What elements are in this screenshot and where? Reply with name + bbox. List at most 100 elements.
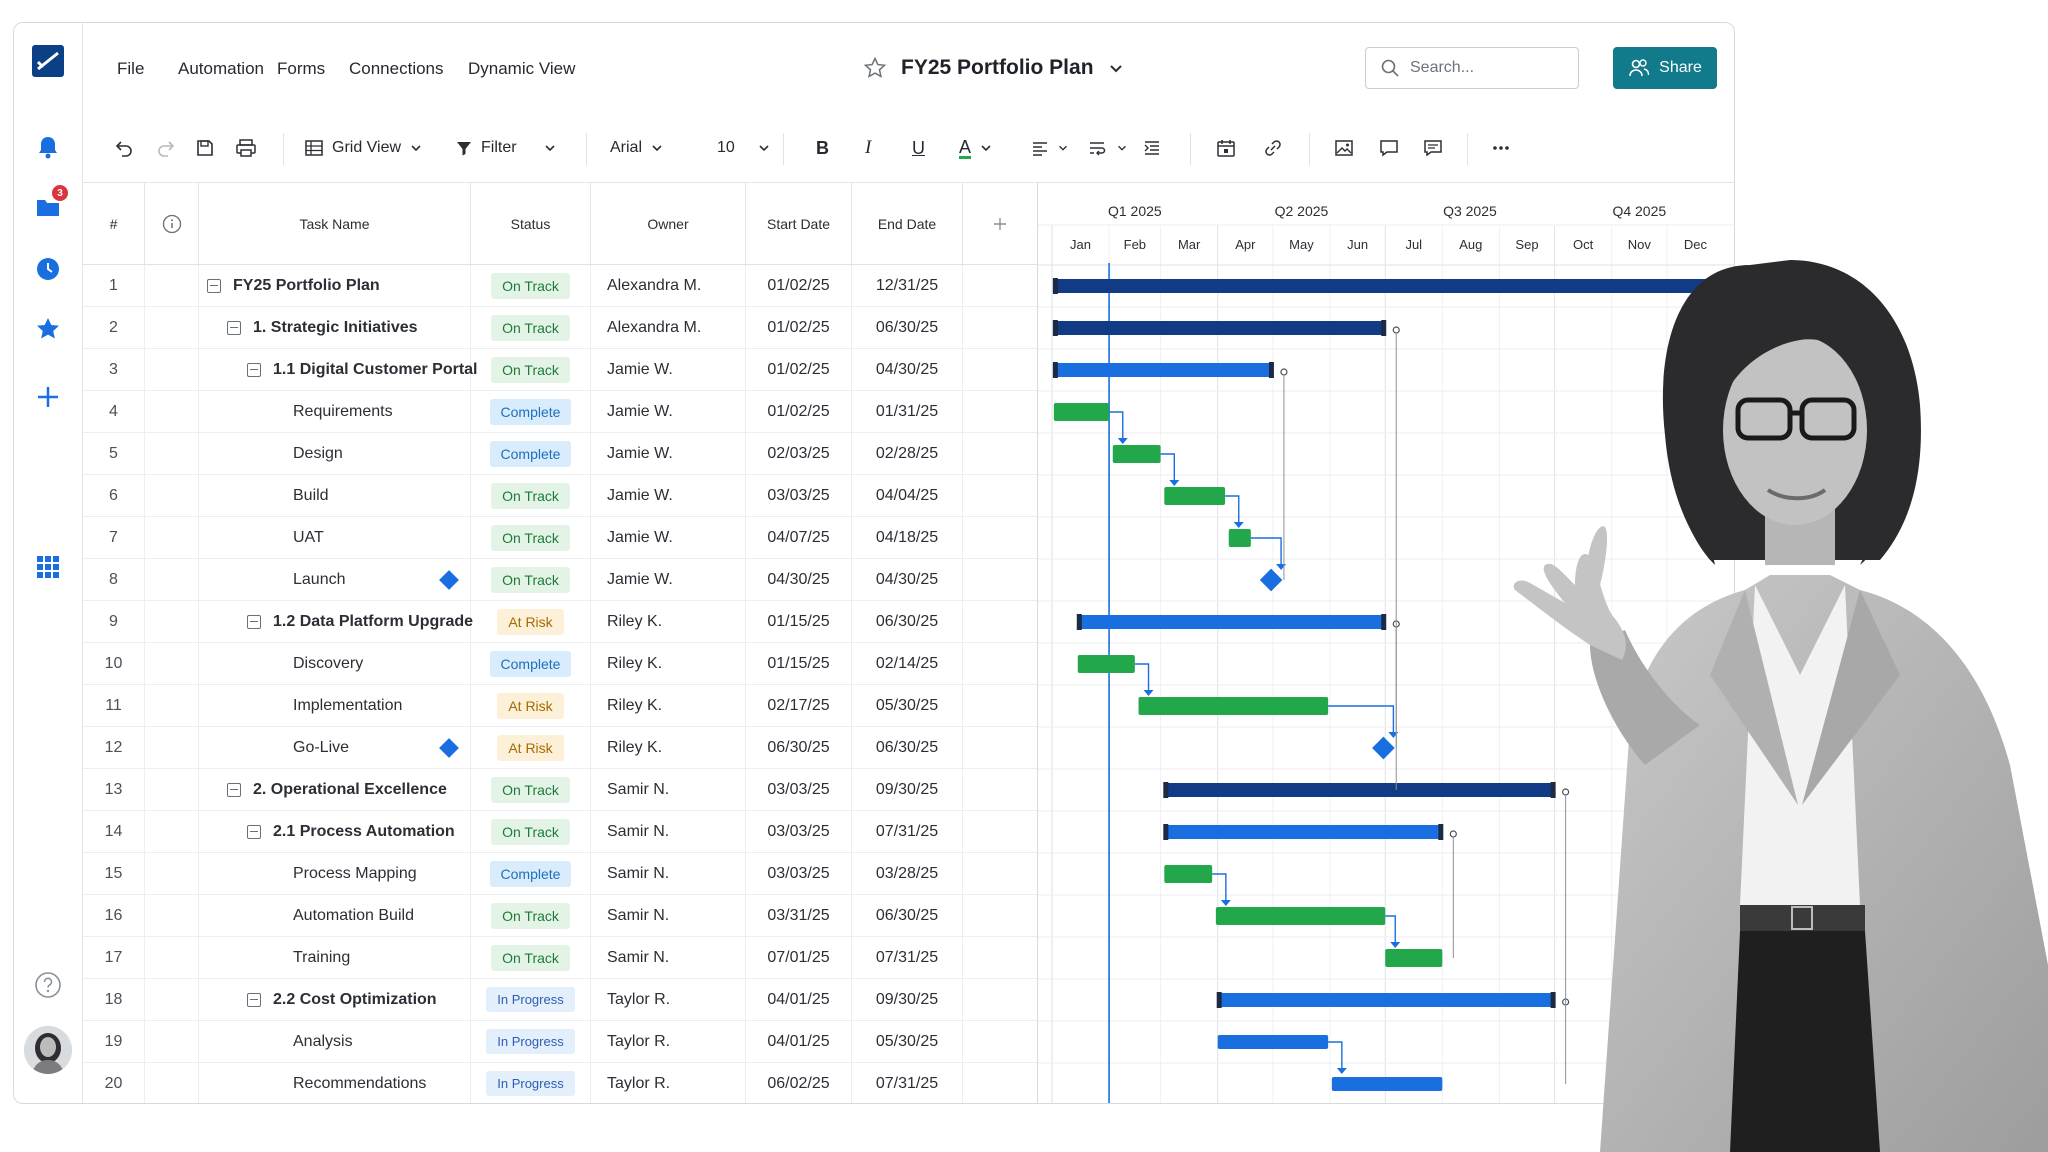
save-button[interactable] (195, 133, 215, 163)
table-row[interactable]: 1 FY25 Portfolio Plan On Track Alexandra M.… (83, 265, 1037, 307)
empty-cell[interactable] (963, 307, 1037, 348)
start-date-cell[interactable]: 07/01/25 (746, 937, 852, 978)
owner-cell[interactable]: Jamie W. (591, 433, 746, 474)
status-cell[interactable]: Complete (471, 433, 591, 474)
status-cell[interactable]: Complete (471, 853, 591, 894)
end-date-cell[interactable]: 04/30/25 (852, 349, 963, 390)
task-name-cell[interactable]: Automation Build (199, 895, 471, 936)
table-row[interactable]: 16 Automation Build On Track Samir N. 03/31/… (83, 895, 1037, 937)
empty-cell[interactable] (963, 1063, 1037, 1103)
row-number[interactable]: 2 (83, 307, 145, 348)
empty-cell[interactable] (963, 265, 1037, 306)
row-number[interactable]: 11 (83, 685, 145, 726)
row-number[interactable]: 4 (83, 391, 145, 432)
link-button[interactable] (1263, 133, 1283, 163)
start-date-cell[interactable]: 06/30/25 (746, 727, 852, 768)
row-info-cell[interactable] (145, 937, 199, 978)
row-info-cell[interactable] (145, 811, 199, 852)
row-number[interactable]: 20 (83, 1063, 145, 1103)
text-color-button[interactable]: A (959, 133, 993, 163)
table-row[interactable]: 2 1. Strategic Initiatives On Track Alexand… (83, 307, 1037, 349)
user-avatar[interactable] (24, 1026, 72, 1074)
task-name-cell[interactable]: Training (199, 937, 471, 978)
table-row[interactable]: 11 Implementation At Risk Riley K. 02/17/25 0… (83, 685, 1037, 727)
owner-cell[interactable]: Taylor R. (591, 979, 746, 1020)
end-date-cell[interactable]: 06/30/25 (852, 601, 963, 642)
owner-cell[interactable]: Riley K. (591, 601, 746, 642)
browse-button[interactable]: 3 (30, 185, 68, 225)
row-info-cell[interactable] (145, 727, 199, 768)
table-row[interactable]: 3 1.1 Digital Customer Portal On Track Jami… (83, 349, 1037, 391)
table-row[interactable]: 9 1.2 Data Platform Upgrade At Risk Riley K… (83, 601, 1037, 643)
start-date-cell[interactable]: 01/02/25 (746, 391, 852, 432)
column-header-info[interactable] (145, 183, 199, 265)
task-name-cell[interactable]: FY25 Portfolio Plan (199, 265, 471, 306)
table-row[interactable]: 8 Launch On Track Jamie W. 04/30/25 04/30/25 (83, 559, 1037, 601)
task-name-cell[interactable]: Requirements (199, 391, 471, 432)
task-name-cell[interactable]: Go-Live (199, 727, 471, 768)
start-date-cell[interactable]: 04/01/25 (746, 1021, 852, 1062)
empty-cell[interactable] (963, 769, 1037, 810)
collapse-toggle-icon[interactable] (227, 320, 241, 335)
row-info-cell[interactable] (145, 769, 199, 810)
end-date-cell[interactable]: 02/14/25 (852, 643, 963, 684)
status-cell[interactable]: On Track (471, 937, 591, 978)
notifications-button[interactable] (30, 129, 66, 165)
end-date-cell[interactable]: 03/28/25 (852, 853, 963, 894)
bold-button[interactable]: B (816, 133, 829, 163)
start-date-cell[interactable]: 01/02/25 (746, 265, 852, 306)
align-dropdown[interactable] (1031, 133, 1069, 163)
undo-button[interactable] (115, 133, 135, 163)
font-size-select[interactable]: 10 (717, 133, 771, 163)
table-row[interactable]: 17 Training On Track Samir N. 07/01/25 07/31/… (83, 937, 1037, 979)
row-number[interactable]: 5 (83, 433, 145, 474)
underline-button[interactable]: U (912, 133, 925, 163)
status-cell[interactable]: At Risk (471, 601, 591, 642)
table-row[interactable]: 19 Analysis In Progress Taylor R. 04/01/25 05… (83, 1021, 1037, 1063)
start-date-cell[interactable]: 01/02/25 (746, 307, 852, 348)
row-number[interactable]: 3 (83, 349, 145, 390)
menu-file[interactable]: File (117, 59, 144, 79)
end-date-cell[interactable]: 07/31/25 (852, 937, 963, 978)
collapse-toggle-icon[interactable] (247, 362, 261, 377)
status-cell[interactable]: On Track (471, 811, 591, 852)
table-row[interactable]: 4 Requirements Complete Jamie W. 01/02/25 01/… (83, 391, 1037, 433)
start-date-cell[interactable]: 04/01/25 (746, 979, 852, 1020)
empty-cell[interactable] (963, 601, 1037, 642)
row-info-cell[interactable] (145, 307, 199, 348)
empty-cell[interactable] (963, 979, 1037, 1020)
end-date-cell[interactable]: 07/31/25 (852, 811, 963, 852)
start-date-cell[interactable]: 04/07/25 (746, 517, 852, 558)
row-number[interactable]: 8 (83, 559, 145, 600)
task-name-cell[interactable]: Build (199, 475, 471, 516)
task-name-cell[interactable]: Design (199, 433, 471, 474)
add-column-button[interactable] (963, 183, 1037, 265)
owner-cell[interactable]: Jamie W. (591, 391, 746, 432)
empty-cell[interactable] (963, 685, 1037, 726)
empty-cell[interactable] (963, 727, 1037, 768)
owner-cell[interactable]: Alexandra M. (591, 265, 746, 306)
empty-cell[interactable] (963, 811, 1037, 852)
row-number[interactable]: 14 (83, 811, 145, 852)
end-date-cell[interactable]: 06/30/25 (852, 727, 963, 768)
column-header-owner[interactable]: Owner (591, 183, 746, 265)
task-name-cell[interactable]: Analysis (199, 1021, 471, 1062)
status-cell[interactable]: In Progress (471, 979, 591, 1020)
end-date-cell[interactable]: 02/28/25 (852, 433, 963, 474)
view-dropdown[interactable]: Grid View (304, 133, 423, 163)
empty-cell[interactable] (963, 895, 1037, 936)
empty-cell[interactable] (963, 853, 1037, 894)
task-name-cell[interactable]: 1. Strategic Initiatives (199, 307, 471, 348)
row-info-cell[interactable] (145, 349, 199, 390)
table-row[interactable]: 15 Process Mapping Complete Samir N. 03/03/2… (83, 853, 1037, 895)
status-cell[interactable]: On Track (471, 895, 591, 936)
menu-connections[interactable]: Connections (349, 59, 444, 79)
task-name-cell[interactable]: Process Mapping (199, 853, 471, 894)
print-button[interactable] (235, 133, 257, 163)
empty-cell[interactable] (963, 643, 1037, 684)
column-header-end-date[interactable]: End Date (852, 183, 963, 265)
table-row[interactable]: 14 2.1 Process Automation On Track Samir N.… (83, 811, 1037, 853)
row-info-cell[interactable] (145, 643, 199, 684)
row-info-cell[interactable] (145, 265, 199, 306)
owner-cell[interactable]: Samir N. (591, 853, 746, 894)
